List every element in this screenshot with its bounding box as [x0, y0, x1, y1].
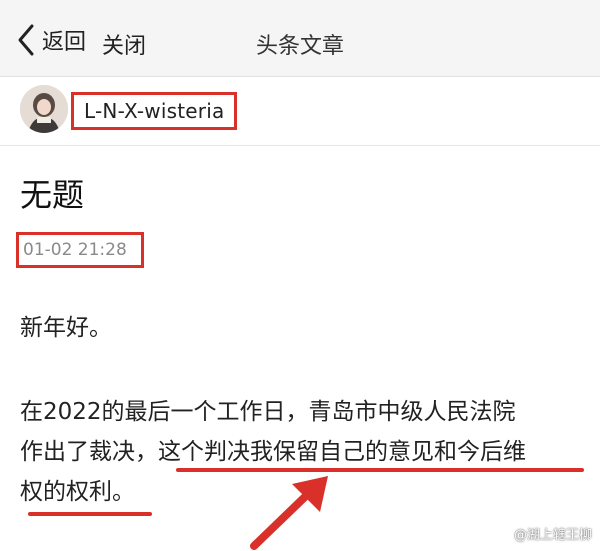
author-name[interactable]: L-N-X-wisteria [84, 99, 224, 123]
red-arrow-icon [250, 476, 328, 550]
top-navigation-bar: 返回 关闭 头条文章 [0, 0, 600, 77]
weibo-watermark: @湖上辖王柳 [492, 524, 592, 543]
weibo-icon [492, 527, 509, 541]
avatar[interactable] [20, 85, 68, 133]
article-date: 01-02 21:28 [23, 240, 127, 260]
author-row: L-N-X-wisteria [0, 77, 600, 146]
paragraph-greeting: 新年好。 [20, 315, 112, 341]
red-underline [176, 468, 584, 472]
author-name-highlight-box: L-N-X-wisteria [71, 92, 238, 130]
highlighted-text: 这个判决我保留自己的意见和今后维 [158, 439, 526, 465]
article-title: 无题 [20, 176, 85, 214]
watermark-text: @湖上辖王柳 [513, 528, 592, 543]
page-title: 头条文章 [255, 34, 344, 59]
paragraph-text: 作出了裁决， [20, 439, 158, 465]
date-highlight-box: 01-02 21:28 [16, 232, 144, 268]
paragraph-line: 作出了裁决，这个判决我保留自己的意见和今后维 [20, 432, 590, 472]
red-underline [28, 512, 152, 516]
paragraph-line: 在2022的最后一个工作日，青岛市中级人民法院 [20, 399, 516, 425]
